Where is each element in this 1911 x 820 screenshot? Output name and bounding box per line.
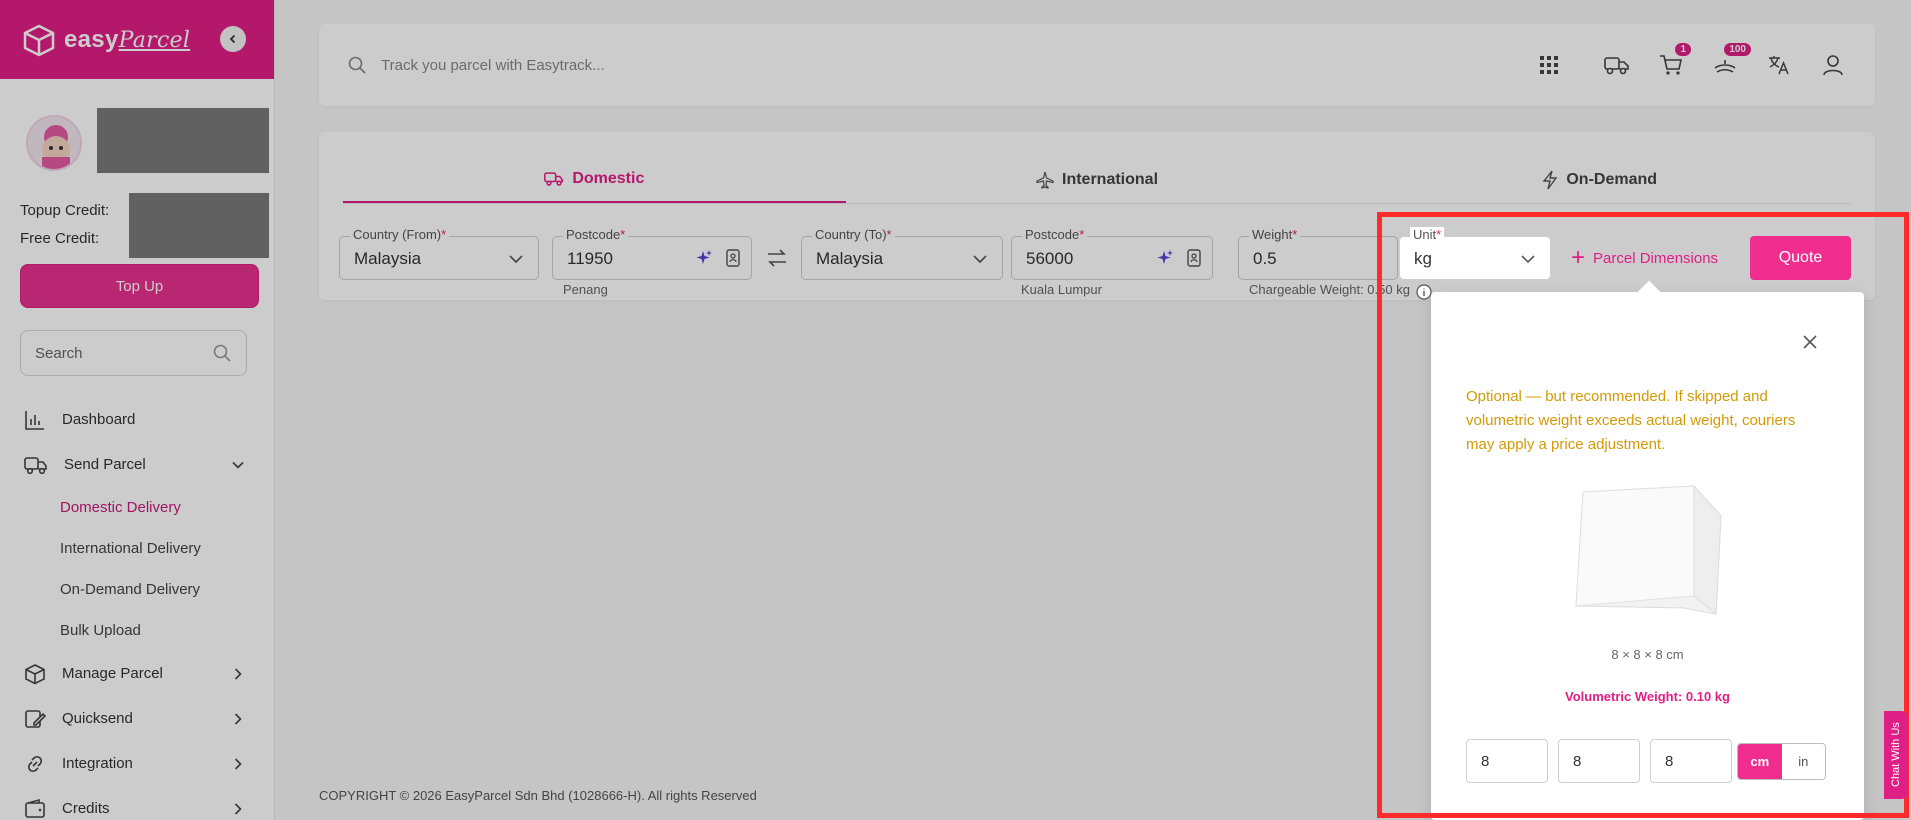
volumetric-weight: Volumetric Weight: 0.10 kg [1565, 689, 1730, 704]
parcel-dimensions-button[interactable]: + Parcel Dimensions [1571, 236, 1718, 280]
dimension-unit-toggle: cm in [1737, 743, 1826, 780]
unit-value: kg [1414, 249, 1432, 268]
parcel-dimensions-label: Parcel Dimensions [1593, 249, 1719, 267]
width-input[interactable]: 8 [1558, 739, 1640, 783]
cube-preview-icon [1575, 484, 1722, 616]
quote-button[interactable]: Quote [1750, 236, 1851, 280]
unit-in-button[interactable]: in [1781, 744, 1825, 779]
close-icon[interactable] [1802, 334, 1818, 350]
plus-icon: + [1571, 244, 1586, 271]
dimensions-note: Optional — but recommended. If skipped a… [1466, 388, 1796, 453]
unit-cm-button[interactable]: cm [1738, 744, 1782, 779]
unit-label: Unit* [1410, 227, 1445, 242]
parcel-dimensions-popup: Optional — but recommended. If skipped a… [1431, 280, 1864, 820]
unit-select[interactable]: Unit* kg [1399, 227, 1551, 280]
cube-dimensions-label: 8 × 8 × 8 cm [1611, 647, 1684, 662]
length-input[interactable]: 8 [1466, 739, 1548, 783]
chevron-down-icon [1521, 255, 1535, 264]
info-icon[interactable] [1416, 284, 1432, 300]
height-input[interactable]: 8 [1650, 739, 1732, 783]
chat-with-us-tab[interactable]: Chat With Us [1884, 711, 1908, 799]
